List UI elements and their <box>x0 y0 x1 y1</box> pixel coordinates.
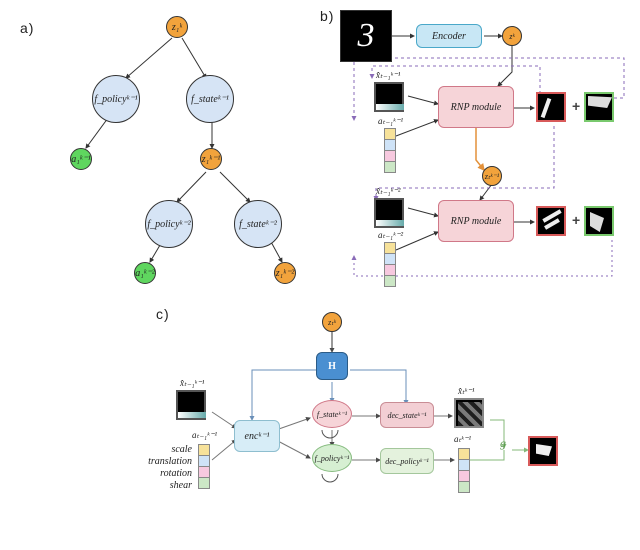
rnp2-out-red <box>536 206 566 236</box>
rnp-module-2: RNP module <box>438 200 514 242</box>
rnp2-out-green <box>584 206 614 236</box>
enc-block: encᵏ⁻¹ <box>234 420 280 452</box>
xhat-k1-label: x̂ₜ₋₁ᵏ⁻¹ <box>376 70 401 81</box>
xhat-k2-label: x̂ₜ₋₁ᵏ⁻² <box>376 186 401 197</box>
f-policy-node: f_policyᵏ⁻¹ <box>312 444 352 472</box>
xhat-k2-thumb <box>374 198 404 228</box>
rnp1-out-green <box>584 92 614 122</box>
plus-2: + <box>572 212 580 228</box>
xhat-k1-thumb <box>374 82 404 112</box>
a-k2-label: aₜ₋₁ᵏ⁻² <box>378 230 403 241</box>
xhat-out-thumb <box>454 398 484 428</box>
a-k1-label: aₜ₋₁ᵏ⁻¹ <box>378 116 403 127</box>
node-zk-b: zᵏ <box>502 26 522 46</box>
a-out-bar <box>458 448 470 492</box>
a-in-label: aₜ₋₁ᵏ⁻¹ <box>192 430 217 441</box>
g-label: g <box>500 436 506 451</box>
dec-state-block: dec_stateᵏ⁻¹ <box>380 402 434 428</box>
input-digit-image: 3 <box>340 10 392 62</box>
encoder-box: Encoder <box>416 24 482 48</box>
panel-b-arrows <box>0 0 640 300</box>
rnp-module-1: RNP module <box>438 86 514 128</box>
a-in-bar <box>198 444 210 488</box>
xhat-out-label: x̂ₜᵏ⁻¹ <box>458 386 475 397</box>
a-out-label: aₜᵏ⁻¹ <box>454 434 471 445</box>
plus-1: + <box>572 98 580 114</box>
rnp1-out-red <box>536 92 566 122</box>
a-k2-bar <box>384 242 396 286</box>
node-zk1-b: zₜᵏ⁻¹ <box>482 166 502 186</box>
dec-policy-block: dec_policyᵏ⁻¹ <box>380 448 434 474</box>
xhat-in-label: x̂ₜ₋₁ᵏ⁻¹ <box>180 378 205 389</box>
param-labels: scale translation rotation shear <box>120 444 192 492</box>
f-state-node: f_stateᵏ⁻¹ <box>312 400 352 428</box>
xhat-in-thumb <box>176 390 206 420</box>
h-block: H <box>316 352 348 380</box>
a-k1-bar <box>384 128 396 172</box>
node-zk-c: zₜᵏ <box>322 312 342 332</box>
g-output-thumb <box>528 436 558 466</box>
